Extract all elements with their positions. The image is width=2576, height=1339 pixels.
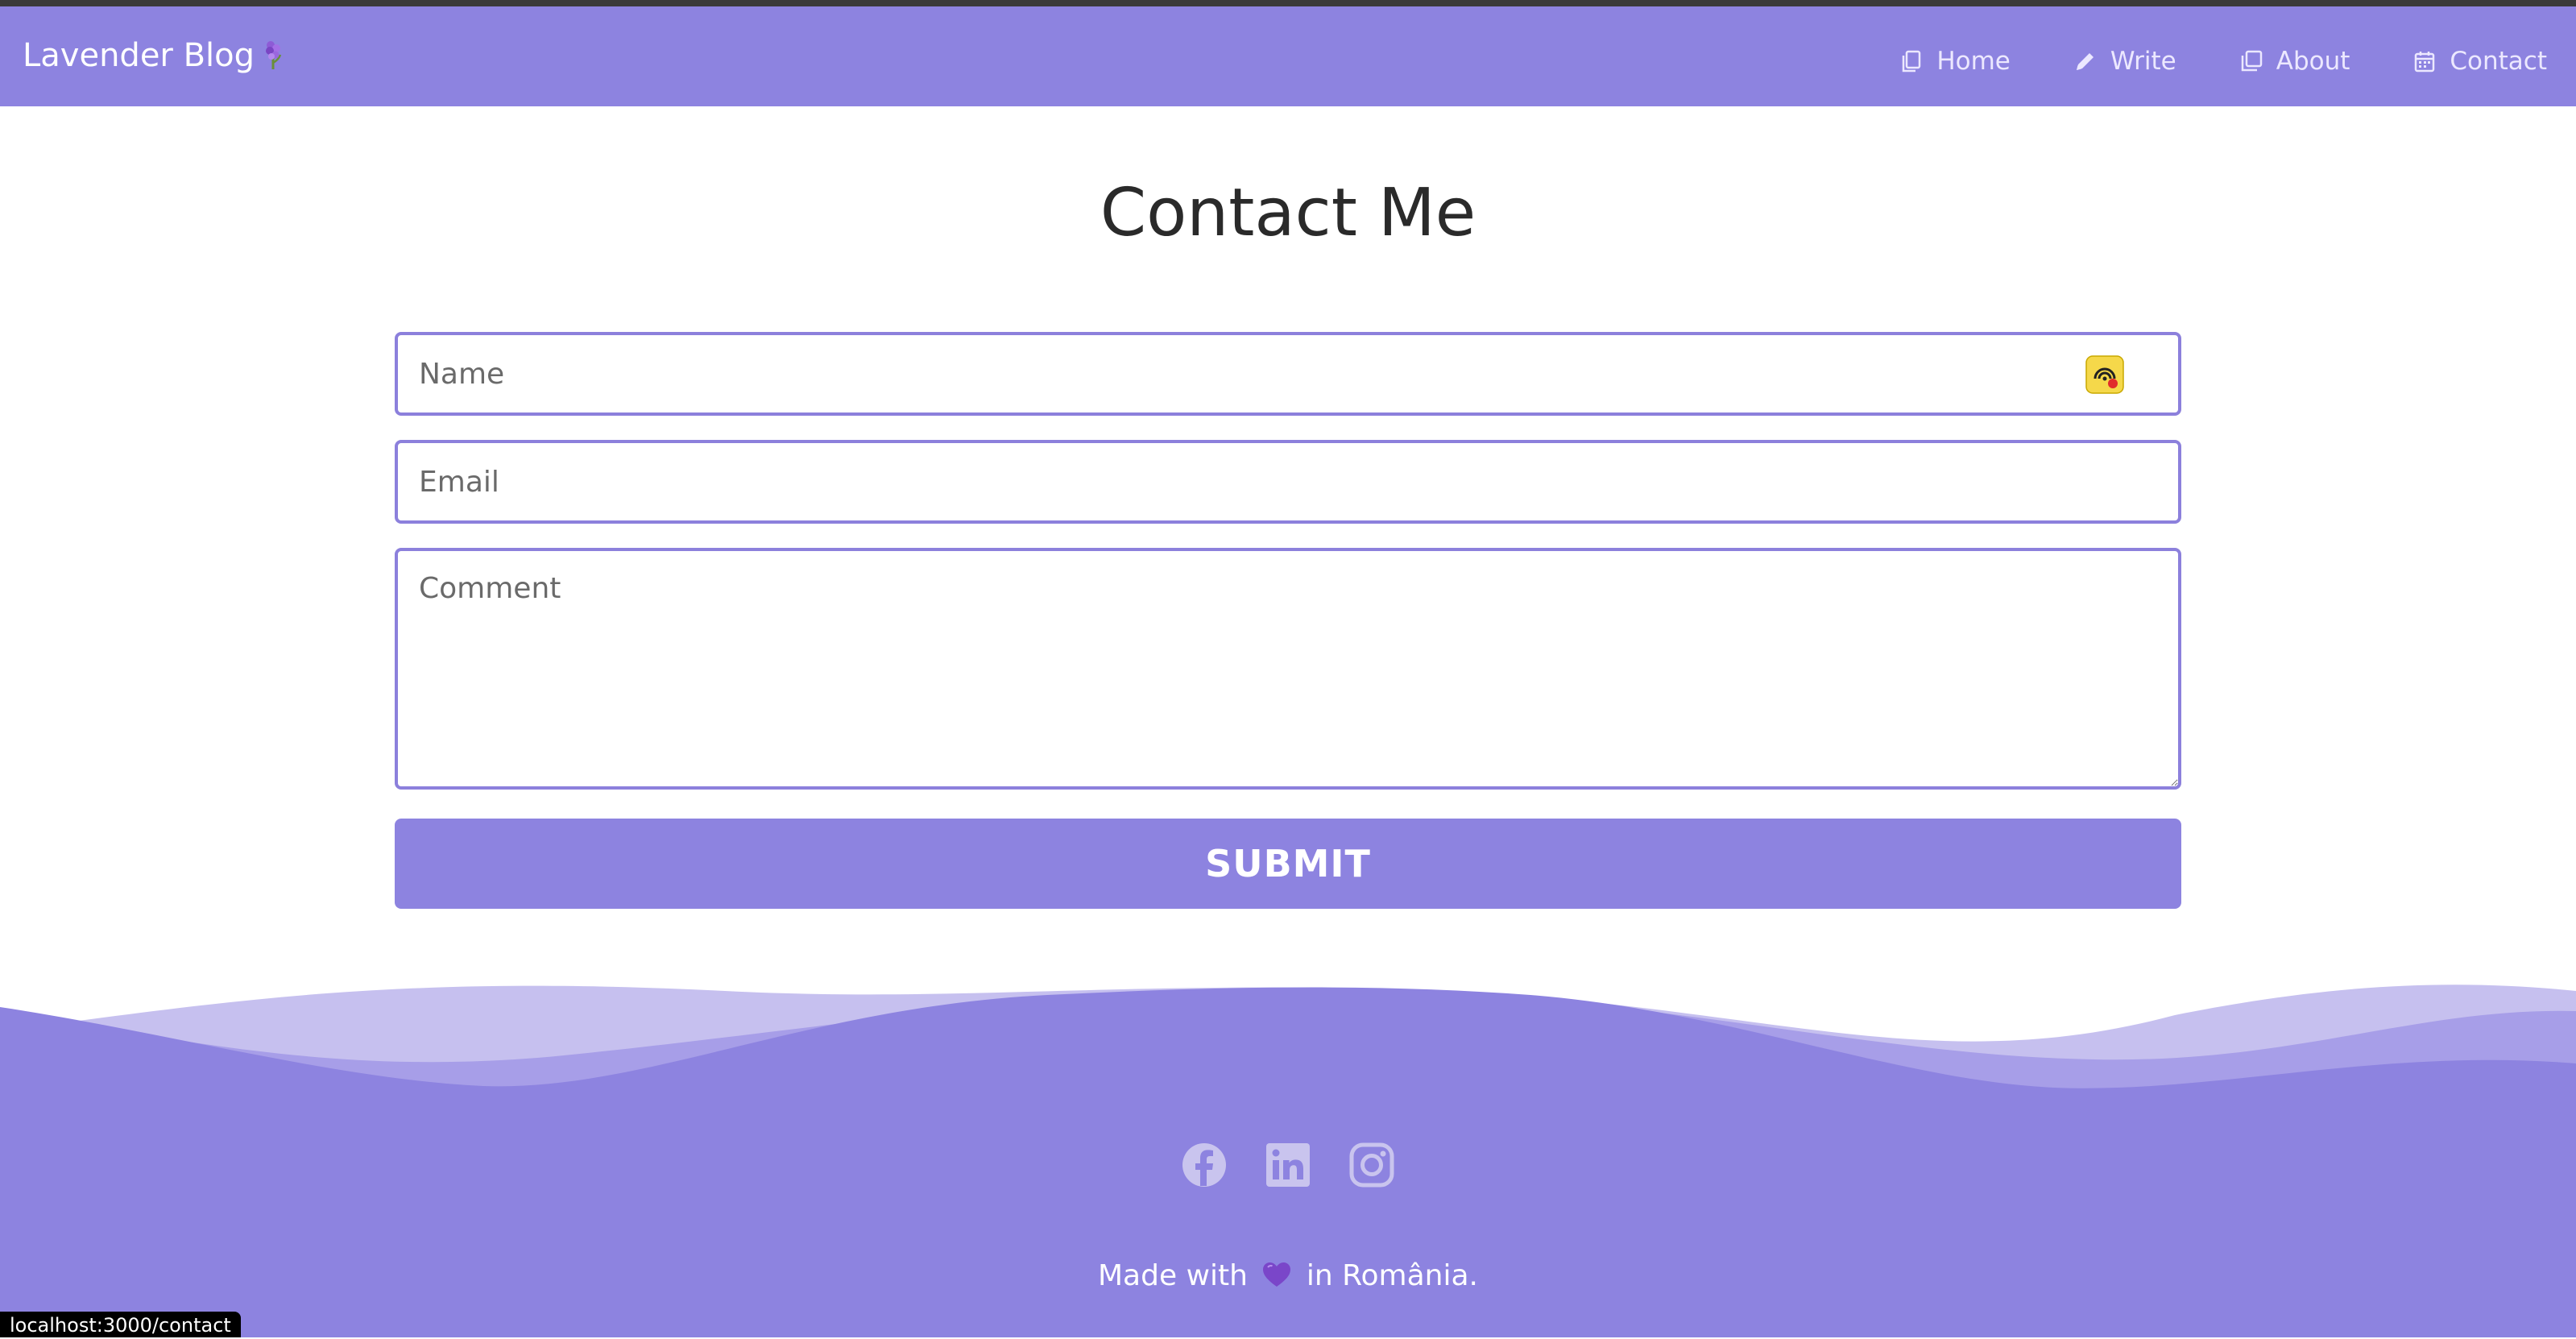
nav-write-label: Write (2110, 47, 2176, 76)
autofill-extension-icon[interactable] (2085, 354, 2125, 395)
page-title: Contact Me (1100, 175, 1476, 251)
instagram-icon[interactable] (1348, 1141, 1396, 1189)
made-with-suffix: in România. (1306, 1259, 1478, 1292)
social-links (0, 1141, 2576, 1189)
brand-logo[interactable]: Lavender Blog (23, 35, 285, 76)
nav-about-label: About (2276, 47, 2350, 76)
nav-links: Home Write About Contact (1899, 45, 2547, 77)
nav-contact-label: Contact (2450, 47, 2547, 76)
purple-heart-icon (1263, 1262, 1291, 1287)
nav-about[interactable]: About (2239, 45, 2350, 77)
browser-status-url: localhost:3000/contact (0, 1312, 241, 1337)
submit-button[interactable]: SUBMIT (395, 819, 2181, 909)
nav-contact[interactable]: Contact (2412, 45, 2547, 77)
pencil-icon (2076, 53, 2094, 70)
navbar: Lavender Blog Home Write About Contact (0, 6, 2576, 106)
nav-home-label: Home (1936, 47, 2011, 76)
made-with-prefix: Made with (1098, 1259, 1248, 1292)
copy-icon (1903, 50, 1921, 73)
browser-top-edge (0, 0, 2576, 6)
facebook-icon[interactable] (1180, 1141, 1228, 1189)
name-field[interactable] (395, 332, 2181, 416)
comment-field[interactable] (395, 548, 2181, 790)
linkedin-icon[interactable] (1264, 1141, 1312, 1189)
brand-title: Lavender Blog (23, 37, 255, 74)
square-stack-icon (2241, 50, 2262, 72)
calendar-icon (2415, 52, 2435, 73)
nav-write[interactable]: Write (2073, 45, 2176, 77)
nav-home[interactable]: Home (1899, 45, 2011, 77)
email-field[interactable] (395, 440, 2181, 524)
made-with-text: Made with in România. (0, 1254, 2576, 1299)
lavender-icon (266, 41, 282, 69)
